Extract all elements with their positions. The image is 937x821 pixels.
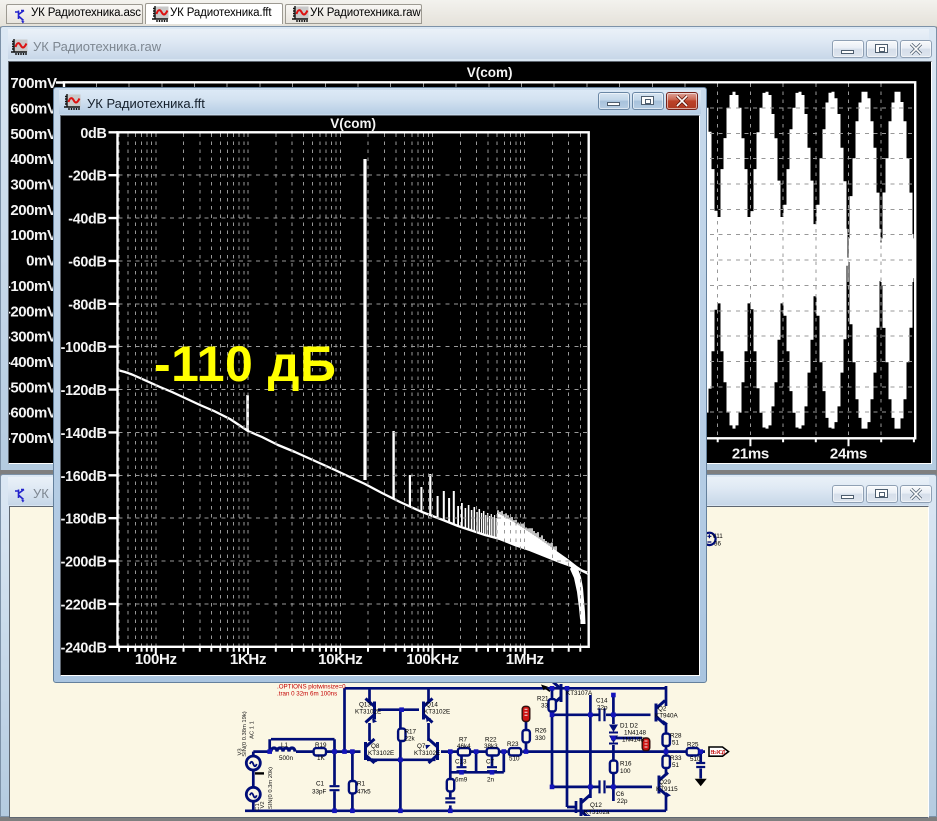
svg-text:R33: R33 <box>670 755 682 762</box>
svg-text:R19: R19 <box>315 742 327 749</box>
svg-text:46k4: 46k4 <box>457 743 471 750</box>
svg-text:500n: 500n <box>279 755 294 762</box>
svg-text:36: 36 <box>714 541 722 548</box>
svg-text:2n: 2n <box>487 777 495 784</box>
svg-text:24ms: 24ms <box>830 445 867 462</box>
svg-text:C1: C1 <box>316 781 325 788</box>
svg-text:-80dB: -80dB <box>68 297 106 313</box>
svg-text:R25: R25 <box>687 742 699 749</box>
svg-text:Q7: Q7 <box>417 743 426 750</box>
svg-text:33pF: 33pF <box>312 789 327 796</box>
svg-text:V3: V3 <box>238 748 244 755</box>
svg-text:-200dB: -200dB <box>61 555 107 571</box>
svg-text:R21: R21 <box>537 696 549 703</box>
svg-text:-200mV: -200mV <box>9 303 57 320</box>
svg-text:C13: C13 <box>455 759 467 766</box>
svg-text:R17: R17 <box>405 729 417 736</box>
svg-text:700mV: 700mV <box>10 75 57 92</box>
svg-text:R26: R26 <box>535 728 547 735</box>
svg-text:200mV: 200mV <box>10 202 57 219</box>
svg-text:C14: C14 <box>596 698 608 705</box>
svg-text:1N4148: 1N4148 <box>622 737 645 744</box>
svg-text:KT3102E: KT3102E <box>414 750 440 757</box>
svg-text:21ms: 21ms <box>732 445 769 462</box>
svg-text:D1 D2: D1 D2 <box>620 723 638 730</box>
svg-text:600mV: 600mV <box>10 100 57 117</box>
svg-text:-120dB: -120dB <box>61 383 107 399</box>
svg-text:Q29: Q29 <box>659 779 671 786</box>
svg-text:C7: C7 <box>486 759 495 766</box>
svg-text:-20dB: -20dB <box>68 169 106 185</box>
svg-text:-160dB: -160dB <box>61 469 107 485</box>
svg-text:1N4148: 1N4148 <box>624 730 647 737</box>
svg-text:1K: 1K <box>317 755 326 762</box>
svg-text:510: 510 <box>509 756 520 763</box>
svg-text:100mV: 100mV <box>10 227 57 244</box>
svg-text:-110 дБ: -110 дБ <box>154 336 336 392</box>
svg-text:R1: R1 <box>357 781 366 788</box>
svg-text:1KHz: 1KHz <box>230 651 266 668</box>
svg-text:38k3: 38k3 <box>484 743 498 750</box>
svg-text:-100dB: -100dB <box>61 340 107 356</box>
svg-text:Q8: Q8 <box>371 743 380 750</box>
svg-text:C1: C1 <box>255 803 261 810</box>
svg-text:KT9115: KT9115 <box>656 786 678 793</box>
svg-text:-600mV: -600mV <box>9 405 57 422</box>
svg-text:Q14: Q14 <box>426 702 438 709</box>
svg-text:R16: R16 <box>620 761 632 768</box>
svg-text:-400mV: -400mV <box>9 354 57 371</box>
svg-text:500mV: 500mV <box>10 126 57 143</box>
svg-text:L1: L1 <box>281 742 289 749</box>
svg-text:330: 330 <box>535 735 546 742</box>
svg-text:R28: R28 <box>670 733 682 740</box>
svg-text:22k: 22k <box>405 736 416 743</box>
svg-text:-300mV: -300mV <box>9 329 57 346</box>
svg-text:-40dB: -40dB <box>68 212 106 228</box>
svg-text:47k5: 47k5 <box>357 789 371 796</box>
svg-text:-240dB: -240dB <box>61 640 107 656</box>
svg-text:400mV: 400mV <box>10 151 57 168</box>
svg-text:KT3102E: KT3102E <box>424 709 450 716</box>
svg-text:-180dB: -180dB <box>61 512 107 528</box>
svg-text:R23: R23 <box>507 741 519 748</box>
svg-text:SIN(0 0.3m 20k): SIN(0 0.3m 20k) <box>268 767 274 809</box>
svg-text:-220dB: -220dB <box>61 597 107 613</box>
svg-text:C6: C6 <box>616 791 625 798</box>
svg-text:51: 51 <box>672 762 680 769</box>
svg-text:V11: V11 <box>712 533 723 540</box>
svg-text:-700mV: -700mV <box>9 430 57 447</box>
svg-text:Q13: Q13 <box>359 702 371 709</box>
svg-text:51: 51 <box>672 740 680 747</box>
svg-text:V(com): V(com) <box>467 65 513 80</box>
svg-text:KT3107A: KT3107A <box>566 690 593 697</box>
svg-text:KT940A: KT940A <box>655 713 679 720</box>
svg-text:.OPTIONS plotwinsize=0: .OPTIONS plotwinsize=0 <box>277 684 346 691</box>
svg-text:510: 510 <box>690 756 701 763</box>
svg-text:100Hz: 100Hz <box>135 651 177 668</box>
svg-text:0dB: 0dB <box>80 126 106 142</box>
svg-text:Q2: Q2 <box>658 706 667 713</box>
svg-text:33: 33 <box>541 703 549 710</box>
svg-text:1MHz: 1MHz <box>506 651 544 668</box>
svg-text:Q12: Q12 <box>590 802 602 809</box>
svg-text:ВЫХОД: ВЫХОД <box>711 750 726 756</box>
svg-text:AC 1 1: AC 1 1 <box>250 721 256 739</box>
svg-text:KT3102E: KT3102E <box>368 750 394 757</box>
svg-text:100KHz: 100KHz <box>406 651 458 668</box>
svg-text:300mV: 300mV <box>10 177 57 194</box>
svg-text:100: 100 <box>620 768 631 775</box>
svg-text:-100mV: -100mV <box>9 278 57 295</box>
svg-text:-500mV: -500mV <box>9 379 57 396</box>
svg-text:10KHz: 10KHz <box>318 651 362 668</box>
svg-text:KT3102E: KT3102E <box>355 709 381 716</box>
svg-text:-140dB: -140dB <box>61 426 107 442</box>
svg-text:6m9: 6m9 <box>455 777 468 784</box>
svg-text:22p: 22p <box>597 705 608 712</box>
svg-text:.tran 0 32m 6m 100ns: .tran 0 32m 6m 100ns <box>277 691 337 698</box>
svg-text:22p: 22p <box>617 798 628 805</box>
svg-text:V(com): V(com) <box>330 116 376 131</box>
svg-text:-60dB: -60dB <box>68 254 106 270</box>
